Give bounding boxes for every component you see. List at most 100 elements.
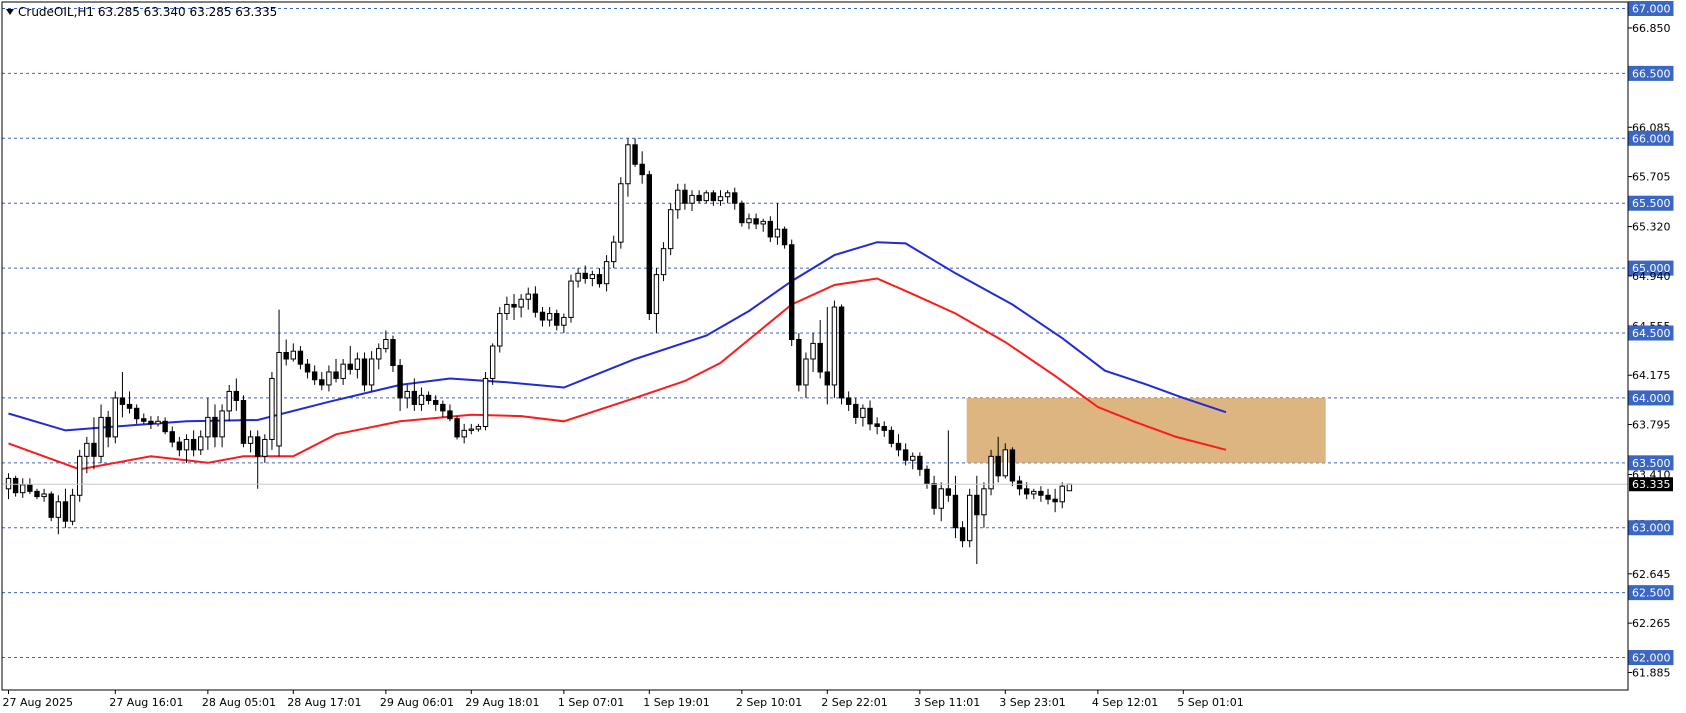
candle[interactable] [326,365,332,392]
candle[interactable] [525,287,531,310]
candle[interactable] [376,343,382,370]
candle[interactable] [974,475,980,565]
candle[interactable] [838,304,845,405]
candle[interactable] [1009,447,1016,487]
candle[interactable] [1016,475,1023,496]
candle[interactable] [62,488,69,528]
candle[interactable] [454,416,460,440]
candle[interactable] [461,423,467,444]
candle[interactable] [824,307,830,405]
candle[interactable] [881,421,887,437]
candle[interactable] [290,343,297,362]
candle[interactable] [5,473,12,500]
candle[interactable] [397,358,403,411]
candle[interactable] [333,358,339,383]
candle[interactable] [1031,488,1037,500]
candle[interactable] [817,320,823,379]
candle[interactable] [361,352,368,392]
candle[interactable] [447,404,453,422]
candle[interactable] [910,452,916,470]
candle[interactable] [404,384,410,409]
candle[interactable] [653,268,660,334]
candle[interactable] [1038,486,1044,502]
candle[interactable] [603,255,610,292]
candle[interactable] [347,346,353,375]
candle[interactable] [952,475,959,539]
candle[interactable] [219,404,225,448]
candle[interactable] [724,190,731,204]
candle[interactable] [27,478,33,494]
candle[interactable] [625,138,631,197]
candle[interactable] [276,309,282,457]
candle[interactable] [539,307,546,327]
candle[interactable] [126,391,133,414]
candle[interactable] [938,482,944,522]
candle[interactable] [803,352,809,398]
candle[interactable] [554,309,560,331]
candle[interactable] [55,495,62,535]
candle[interactable] [931,475,937,515]
candle[interactable] [845,391,852,411]
candle[interactable] [1052,488,1058,513]
candle[interactable] [297,346,304,370]
candle[interactable] [810,333,816,372]
candle[interactable] [902,443,909,466]
candle[interactable] [212,404,218,448]
candle[interactable] [425,391,432,405]
candle[interactable] [205,397,211,450]
triangle-down-icon[interactable] [6,9,14,15]
candle[interactable] [511,294,517,321]
candle[interactable] [262,434,268,463]
candle[interactable] [255,430,261,489]
candle[interactable] [169,426,175,448]
candle[interactable] [746,213,752,230]
candle[interactable] [675,183,681,219]
candle[interactable] [853,397,859,424]
candle[interactable] [319,371,325,391]
candle[interactable] [568,274,574,323]
candle[interactable] [767,216,774,243]
candle[interactable] [895,434,902,457]
candle[interactable] [283,339,289,366]
candle[interactable] [440,400,446,418]
candle[interactable] [119,371,126,418]
candle[interactable] [561,313,567,334]
candle[interactable] [774,203,781,245]
candle[interactable] [860,404,866,427]
candle[interactable] [468,423,475,435]
candle[interactable] [240,395,247,448]
candle[interactable] [418,387,425,411]
candle[interactable] [696,190,702,204]
candle[interactable] [888,426,895,448]
candle[interactable] [874,417,880,435]
candle[interactable] [482,371,489,431]
candle[interactable] [383,330,389,353]
candle[interactable] [1059,482,1065,509]
candle[interactable] [98,404,104,463]
candle[interactable] [689,190,695,211]
candle[interactable] [91,417,97,470]
candle[interactable] [611,235,617,269]
candle[interactable] [596,268,603,288]
candle[interactable] [390,335,396,372]
candle[interactable] [639,151,645,184]
candle[interactable] [34,488,40,500]
candle[interactable] [77,449,83,502]
candle[interactable] [304,358,311,379]
candle[interactable] [340,358,346,385]
candle[interactable] [575,268,581,288]
candle[interactable] [105,410,111,448]
candle[interactable] [311,365,318,385]
candle[interactable] [667,203,674,256]
candle[interactable] [198,430,204,456]
candle[interactable] [269,371,275,450]
candle[interactable] [133,404,140,424]
candle[interactable] [176,436,183,457]
candle[interactable] [546,307,553,327]
candle[interactable] [945,430,952,502]
candle[interactable] [354,352,361,379]
candle[interactable] [1045,488,1051,505]
candle[interactable] [48,491,54,522]
candle[interactable] [732,187,738,210]
candle[interactable] [753,213,759,230]
